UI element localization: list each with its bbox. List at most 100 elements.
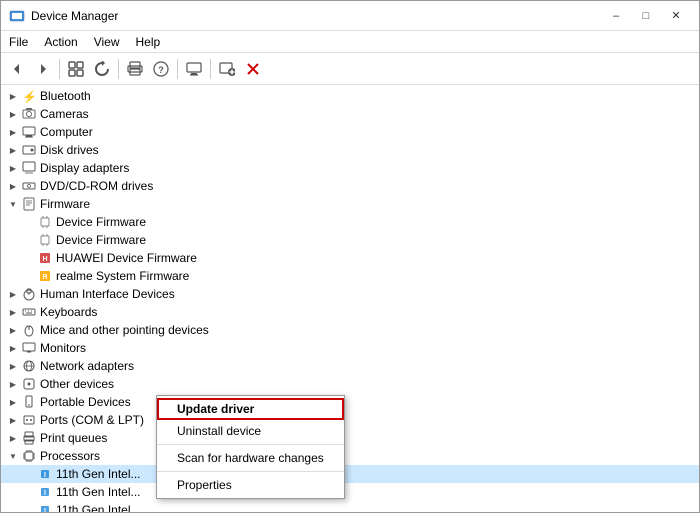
context-menu-scan-hardware[interactable]: Scan for hardware changes — [157, 447, 344, 469]
display-adapters-icon — [21, 160, 37, 176]
label-disk-drives: Disk drives — [40, 143, 99, 157]
toggle-network-adapters[interactable]: ▶ — [5, 358, 21, 374]
toggle-hid[interactable]: ▶ — [5, 286, 21, 302]
tree-item-keyboards[interactable]: ▶ Keyboards — [1, 303, 699, 321]
label-monitors: Monitors — [40, 341, 86, 355]
tree-item-realme-firmware[interactable]: ▶ R realme System Firmware — [1, 267, 699, 285]
other-devices-icon — [21, 376, 37, 392]
maximize-button[interactable]: □ — [631, 6, 661, 26]
toggle-ports[interactable]: ▶ — [5, 412, 21, 428]
tree-item-cameras[interactable]: ▶ Cameras — [1, 105, 699, 123]
add-button[interactable] — [215, 57, 239, 81]
device-manager-window: Device Manager – □ ✕ File Action View He… — [0, 0, 700, 513]
tree-item-ports[interactable]: ▶ Ports (COM & LPT) — [1, 411, 699, 429]
tree-item-display-adapters[interactable]: ▶ Display adapters — [1, 159, 699, 177]
tree-item-computer[interactable]: ▶ Computer — [1, 123, 699, 141]
print-button[interactable] — [123, 57, 147, 81]
label-keyboards: Keyboards — [40, 305, 97, 319]
context-menu-update-driver[interactable]: Update driver — [157, 398, 344, 420]
device-tree[interactable]: ▶ ⚡ Bluetooth ▶ Cameras — [1, 85, 699, 512]
toggle-display-adapters[interactable]: ▶ — [5, 160, 21, 176]
menu-help[interactable]: Help — [128, 31, 169, 52]
tree-item-huawei-firmware[interactable]: ▶ H HUAWEI Device Firmware — [1, 249, 699, 267]
label-device-firmware-2: Device Firmware — [56, 233, 146, 247]
toggle-processors[interactable]: ▼ — [5, 448, 21, 464]
toggle-disk-drives[interactable]: ▶ — [5, 142, 21, 158]
toggle-firmware[interactable]: ▼ — [5, 196, 21, 212]
title-bar: Device Manager – □ ✕ — [1, 1, 699, 31]
menu-file[interactable]: File — [1, 31, 36, 52]
tree-item-intel-2[interactable]: ▶ I 11th Gen Intel... — [1, 483, 699, 501]
network-icon — [21, 358, 37, 374]
huawei-icon: H — [37, 250, 53, 266]
refresh-button[interactable] — [90, 57, 114, 81]
view-button[interactable] — [64, 57, 88, 81]
tree-item-firmware[interactable]: ▼ Firmware — [1, 195, 699, 213]
tree-item-bluetooth[interactable]: ▶ ⚡ Bluetooth — [1, 87, 699, 105]
toolbar: ? — [1, 53, 699, 85]
context-menu-sep-1 — [157, 444, 344, 445]
hid-icon — [21, 286, 37, 302]
forward-button[interactable] — [31, 57, 55, 81]
label-display-adapters: Display adapters — [40, 161, 129, 175]
svg-text:H: H — [42, 256, 47, 263]
toggle-dvd-cdrom[interactable]: ▶ — [5, 178, 21, 194]
toggle-portable-devices[interactable]: ▶ — [5, 394, 21, 410]
svg-text:I: I — [44, 508, 46, 512]
label-bluetooth: Bluetooth — [40, 89, 91, 103]
svg-text:I: I — [44, 472, 46, 479]
label-portable-devices: Portable Devices — [40, 395, 131, 409]
context-menu-sep-2 — [157, 471, 344, 472]
monitor-button[interactable] — [182, 57, 206, 81]
monitors-icon — [21, 340, 37, 356]
remove-button[interactable] — [241, 57, 265, 81]
context-menu: Update driver Uninstall device Scan for … — [156, 395, 345, 499]
tree-item-other-devices[interactable]: ▶ Other devices — [1, 375, 699, 393]
svg-text:R: R — [42, 274, 47, 281]
toggle-print-queues[interactable]: ▶ — [5, 430, 21, 446]
cpu-icon-1: I — [37, 466, 53, 482]
menu-view[interactable]: View — [86, 31, 128, 52]
tree-item-disk-drives[interactable]: ▶ Disk drives — [1, 141, 699, 159]
toggle-monitors[interactable]: ▶ — [5, 340, 21, 356]
toggle-mice[interactable]: ▶ — [5, 322, 21, 338]
scan-hardware-label: Scan for hardware changes — [177, 451, 324, 465]
disk-drives-icon — [21, 142, 37, 158]
help-button[interactable]: ? — [149, 57, 173, 81]
tree-item-portable-devices[interactable]: ▶ Portable Devices — [1, 393, 699, 411]
tree-item-dvd-cdrom[interactable]: ▶ DVD/CD-ROM drives — [1, 177, 699, 195]
tree-item-print-queues[interactable]: ▶ Print queues — [1, 429, 699, 447]
label-firmware: Firmware — [40, 197, 90, 211]
menu-action[interactable]: Action — [36, 31, 85, 52]
tree-item-device-firmware-2[interactable]: ▶ Device Firmware — [1, 231, 699, 249]
context-menu-uninstall-device[interactable]: Uninstall device — [157, 420, 344, 442]
print-icon — [21, 430, 37, 446]
tree-item-device-firmware-1[interactable]: ▶ Device Firmware — [1, 213, 699, 231]
label-computer: Computer — [40, 125, 93, 139]
toggle-cameras[interactable]: ▶ — [5, 106, 21, 122]
label-ports: Ports (COM & LPT) — [40, 413, 144, 427]
toggle-keyboards[interactable]: ▶ — [5, 304, 21, 320]
svg-text:I: I — [44, 490, 46, 497]
tree-item-network-adapters[interactable]: ▶ Network adapters — [1, 357, 699, 375]
minimize-button[interactable]: – — [601, 6, 631, 26]
back-button[interactable] — [5, 57, 29, 81]
toolbar-separator-3 — [177, 59, 178, 79]
toggle-bluetooth[interactable]: ▶ — [5, 88, 21, 104]
properties-label: Properties — [177, 478, 232, 492]
window-title: Device Manager — [31, 9, 118, 23]
tree-item-processors[interactable]: ▼ — [1, 447, 699, 465]
tree-item-intel-1[interactable]: ▶ I 11th Gen Intel... — [1, 465, 699, 483]
toggle-computer[interactable]: ▶ — [5, 124, 21, 140]
tree-item-mice[interactable]: ▶ Mice and other pointing devices — [1, 321, 699, 339]
label-intel-2: 11th Gen Intel... — [56, 485, 141, 499]
toggle-other-devices[interactable]: ▶ — [5, 376, 21, 392]
tree-item-monitors[interactable]: ▶ Monitors — [1, 339, 699, 357]
tree-item-hid[interactable]: ▶ Human Interface Devices — [1, 285, 699, 303]
update-driver-label: Update driver — [177, 402, 254, 416]
tree-item-intel-3[interactable]: ▶ I 11th Gen Intel... — [1, 501, 699, 512]
label-intel-3: 11th Gen Intel... — [56, 503, 141, 512]
cpu-icon-3: I — [37, 502, 53, 512]
context-menu-properties[interactable]: Properties — [157, 474, 344, 496]
close-button[interactable]: ✕ — [661, 6, 691, 26]
